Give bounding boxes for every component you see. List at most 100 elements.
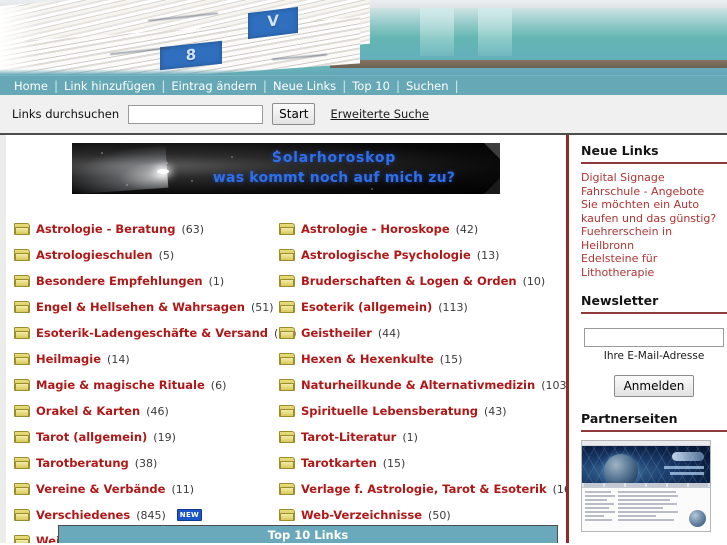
category-item[interactable]: Orakel & Karten (46) <box>14 398 279 424</box>
folder-icon <box>279 456 295 470</box>
category-link[interactable]: Besondere Empfehlungen <box>36 274 203 288</box>
folder-icon <box>279 378 295 392</box>
category-item[interactable]: Verlage f. Astrologie, Tarot & Esoterik (… <box>279 476 566 502</box>
category-link[interactable]: Heilmagie <box>36 352 101 366</box>
category-link[interactable]: Orakel & Karten <box>36 404 140 418</box>
category-count: (51) <box>250 300 274 314</box>
folder-icon <box>14 534 30 543</box>
category-count: (845) <box>136 508 166 522</box>
category-count: (15) <box>382 456 406 470</box>
category-link[interactable]: Esoterik-Ladengeschäfte & Versand <box>36 326 268 340</box>
category-item[interactable]: Astrologische Psychologie (13) <box>279 242 566 268</box>
category-item[interactable]: Heilmagie (14) <box>14 346 279 372</box>
nav-item-home[interactable]: Home <box>8 79 54 93</box>
search-start-button[interactable]: Start <box>272 103 316 125</box>
thumb-hero-text-line-1 <box>664 466 704 469</box>
category-link[interactable]: Verschiedenes <box>36 508 130 522</box>
category-link[interactable]: Esoterik (allgemein) <box>301 300 432 314</box>
category-link[interactable]: Astrologieschulen <box>36 248 153 262</box>
nav-item-suchen[interactable]: Suchen <box>400 79 455 93</box>
category-item[interactable]: Astrologie - Beratung (63) <box>14 216 279 242</box>
category-item[interactable]: Tarotberatung (38) <box>14 450 279 476</box>
category-item[interactable]: Astrologieschulen (5) <box>14 242 279 268</box>
category-link[interactable]: Tarot-Literatur <box>301 430 396 444</box>
comet-head-icon <box>157 169 169 174</box>
category-link[interactable]: Tarotberatung <box>36 456 129 470</box>
neue-links-list: Digital Signage Fahrschule - Angebote Sie … <box>581 171 727 279</box>
partner-site-thumbnail[interactable] <box>581 440 711 532</box>
header-shelf-edge <box>330 60 727 68</box>
newsletter-email-input[interactable] <box>584 328 724 347</box>
category-count: (38) <box>134 456 158 470</box>
neue-links-item[interactable]: Fahrschule - Angebote <box>581 185 727 199</box>
page-body: Solarhoroskop was kommt noch auf mich zu… <box>0 135 727 543</box>
category-link[interactable]: Astrologie - Beratung <box>36 222 176 236</box>
category-link[interactable]: Hexen & Hexenkulte <box>301 352 434 366</box>
nav-item-eintrag-aendern[interactable]: Eintrag ändern <box>165 79 263 93</box>
neue-links-item[interactable]: Digital Signage <box>581 171 727 185</box>
folder-icon <box>14 404 30 418</box>
category-link[interactable]: Astrologie - Horoskope <box>301 222 450 236</box>
category-item[interactable]: Tarot-Literatur (1) <box>279 424 566 450</box>
sidebar-block-neue-links: Neue Links Digital Signage Fahrschule - A… <box>581 143 727 279</box>
category-item[interactable]: Hexen & Hexenkulte (15) <box>279 346 566 372</box>
neue-links-item[interactable]: Edelsteine für Lithotherapie <box>581 252 727 279</box>
header-bottom-fade <box>0 69 727 75</box>
category-count: (13) <box>476 248 500 262</box>
category-count: (50) <box>428 508 451 522</box>
newsletter-form: Ihre E-Mail-Adresse Anmelden <box>581 326 727 397</box>
folder-icon <box>279 248 295 262</box>
category-item[interactable]: Spirituelle Lebensberatung (43) <box>279 398 566 424</box>
category-count: (44) <box>377 326 401 340</box>
category-item[interactable]: Tarotkarten (15) <box>279 450 566 476</box>
category-link[interactable]: Geistheiler <box>301 326 372 340</box>
folder-icon <box>14 378 30 392</box>
thumb-globe-badge <box>689 510 706 527</box>
category-link[interactable]: Spirituelle Lebensberatung <box>301 404 478 418</box>
newsletter-submit-button[interactable]: Anmelden <box>613 375 695 397</box>
search-bar: Links durchsuchen Start Erweiterte Suche <box>0 95 727 135</box>
search-input[interactable] <box>128 104 264 124</box>
category-link[interactable]: Magie & magische Rituale <box>36 378 205 392</box>
category-item[interactable]: Naturheilkunde & Alternativmedizin (103) <box>279 372 566 398</box>
ad-line-2: was kommt noch auf mich zu? <box>212 170 456 187</box>
category-count: (1) <box>208 274 225 288</box>
category-item[interactable]: Esoterik-Ladengeschäfte & Versand(34) <box>14 320 297 346</box>
nav-item-neue-links[interactable]: Neue Links <box>267 79 342 93</box>
category-link[interactable]: Engel & Hellsehen & Wahrsagen <box>36 300 245 314</box>
folder-icon <box>279 326 295 340</box>
category-count: (113) <box>438 300 468 314</box>
category-link[interactable]: Web-Verzeichnisse <box>301 508 422 522</box>
category-link[interactable]: Astrologische Psychologie <box>301 248 471 262</box>
category-item[interactable]: Magie & magische Rituale (6) <box>14 372 279 398</box>
category-link[interactable]: Tarotkarten <box>301 456 377 470</box>
newsletter-hint: Ihre E-Mail-Adresse <box>603 350 705 362</box>
category-count: (11) <box>171 482 195 496</box>
neue-links-item[interactable]: Sie möchten ein Auto kaufen und das güns… <box>581 198 727 225</box>
folder-icon <box>14 300 30 314</box>
solarhoroskop-ad-banner[interactable]: Solarhoroskop was kommt noch auf mich zu… <box>72 143 500 194</box>
nav-item-link-hinzufuegen[interactable]: Link hinzufügen <box>58 79 161 93</box>
header-banner-photo: V 8 <box>0 0 727 75</box>
category-item[interactable]: Geistheiler (44) <box>279 320 566 346</box>
category-item[interactable]: Tarot (allgemein) (19) <box>14 424 279 450</box>
advanced-search-link[interactable]: Erweiterte Suche <box>330 107 429 121</box>
nav-item-top-10[interactable]: Top 10 <box>346 79 396 93</box>
category-link[interactable]: Verlage f. Astrologie, Tarot & Esoterik <box>301 482 547 496</box>
category-link[interactable]: Bruderschaften & Logen & Orden <box>301 274 517 288</box>
category-link[interactable]: Vereine & Verbände <box>36 482 165 496</box>
category-item[interactable]: Besondere Empfehlungen (1) <box>14 268 279 294</box>
category-link[interactable]: Naturheilkunde & Alternativmedizin <box>301 378 535 392</box>
category-item[interactable]: Astrologie - Horoskope (42) <box>279 216 566 242</box>
category-item[interactable]: Esoterik (allgemein) (113) <box>279 294 566 320</box>
category-count: (6) <box>210 378 227 392</box>
nav-separator: | <box>454 78 459 93</box>
folder-icon <box>279 300 295 314</box>
category-item[interactable]: Engel & Hellsehen & Wahrsagen (51) <box>14 294 279 320</box>
neue-links-item[interactable]: Fuehrerschein in Heilbronn <box>581 225 727 252</box>
bottom-section-header: Top 10 Links <box>58 525 558 543</box>
category-item[interactable]: Vereine & Verbände (11) <box>14 476 279 502</box>
category-count: (15) <box>439 352 463 366</box>
category-link[interactable]: Tarot (allgemein) <box>36 430 147 444</box>
category-item[interactable]: Bruderschaften & Logen & Orden (10) <box>279 268 566 294</box>
